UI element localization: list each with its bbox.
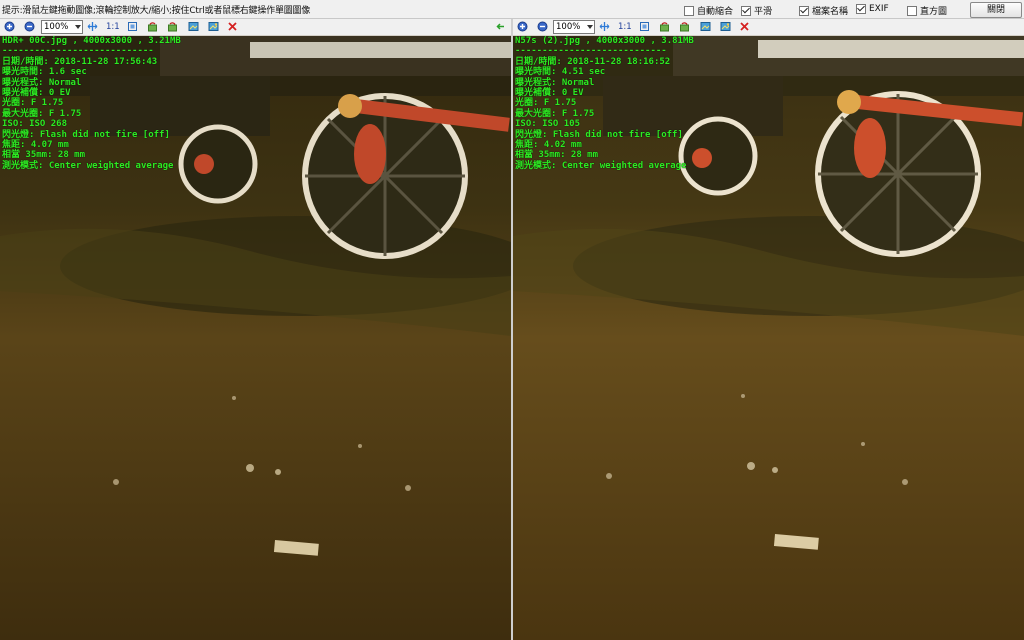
exif-line: 最大光圈: F 1.75 (2, 108, 82, 119)
image-prev-icon[interactable] (699, 20, 712, 33)
exif-line: 日期/時間: 2018-11-28 17:56:43 (2, 56, 158, 67)
checkbox-box[interactable] (856, 4, 866, 14)
zoom-select[interactable]: 100% (41, 20, 83, 34)
close-image-icon[interactable] (226, 20, 239, 33)
exif-line: 相當 35mm: 28 mm (515, 150, 599, 161)
exif-line: 曝光程式: Normal (2, 77, 82, 88)
actual-size-button[interactable]: 1:1 (618, 22, 632, 32)
close-button[interactable]: 關閉 (970, 2, 1022, 18)
checkbox-box[interactable] (741, 5, 751, 16)
image-prev-icon[interactable] (187, 20, 200, 33)
checkbox-box[interactable] (799, 5, 809, 16)
fullscreen-icon[interactable] (638, 20, 651, 33)
zoom-in-icon[interactable] (3, 20, 16, 33)
checkbox-box[interactable] (907, 5, 917, 16)
zoom-in-icon[interactable] (516, 20, 529, 33)
right-image-pane[interactable]: N57s (2).jpg , 4000x3000 , 3.81MB ------… (513, 36, 1024, 640)
chevron-down-icon (75, 25, 81, 29)
smooth-checkbox[interactable]: 平滑 (741, 4, 772, 17)
filename-checkbox[interactable]: 檔案名稱 (799, 4, 848, 17)
exif-line: 曝光程式: Normal (515, 77, 595, 88)
exif-line: 曝光補償: 0 EV (2, 88, 71, 99)
zoom-out-icon[interactable] (536, 20, 549, 33)
auto-fit-checkbox[interactable]: 自動縮合 (684, 4, 733, 17)
rotate-left-icon[interactable] (658, 20, 671, 33)
image-next-icon[interactable] (719, 20, 732, 33)
exif-line: ---------------------------- (2, 46, 154, 57)
exif-line: ISO: ISO 268 (2, 119, 68, 130)
exif-checkbox[interactable]: EXIF (856, 4, 889, 14)
exif-line: 最大光圈: F 1.75 (515, 108, 595, 119)
exif-line: 測光模式: Center weighted average (2, 160, 174, 171)
right-toolbar: 100% 1:1 (513, 19, 1024, 35)
exif-line: 閃光燈: Flash did not fire [off] (2, 129, 170, 140)
left-toolbar: 100% 1:1 (0, 19, 511, 35)
actual-size-button[interactable]: 1:1 (106, 22, 120, 32)
exif-line: 光圈: F 1.75 (515, 98, 577, 109)
left-image-pane[interactable]: HDR+ 00C.jpg , 4000x3000 , 3.21MB ------… (0, 36, 511, 640)
exif-line: 日期/時間: 2018-11-28 18:16:52 (515, 56, 671, 67)
image-next-icon[interactable] (207, 20, 220, 33)
exif-line: 曝光時間: 4.51 sec (515, 67, 606, 78)
checkbox-box[interactable] (684, 5, 694, 16)
close-image-icon[interactable] (738, 20, 751, 33)
rotate-right-icon[interactable] (678, 20, 691, 33)
rotate-left-icon[interactable] (146, 20, 159, 33)
exif-line: 焦距: 4.02 mm (515, 140, 582, 151)
exif-line: 測光模式: Center weighted average (515, 160, 687, 171)
rotate-right-icon[interactable] (166, 20, 179, 33)
fit-icon[interactable] (598, 20, 611, 33)
exif-line: HDR+ 00C.jpg , 4000x3000 , 3.21MB (2, 36, 181, 46)
top-bar: 提示:滑鼠左鍵拖動圖像;滾輪控制放大/縮小;按住Ctrl或者鼠標右鍵操作單圖圖像… (0, 0, 1024, 19)
hint-text: 提示:滑鼠左鍵拖動圖像;滾輪控制放大/縮小;按住Ctrl或者鼠標右鍵操作單圖圖像 (2, 6, 311, 16)
fullscreen-icon[interactable] (126, 20, 139, 33)
exif-line: 閃光燈: Flash did not fire [off] (515, 129, 683, 140)
exif-line: 相當 35mm: 28 mm (2, 150, 86, 161)
histogram-checkbox[interactable]: 直方圖 (907, 4, 947, 17)
exif-line: 曝光時間: 1.6 sec (2, 67, 87, 78)
exif-line: ISO: ISO 105 (515, 119, 581, 130)
zoom-out-icon[interactable] (23, 20, 36, 33)
exif-line: N57s (2).jpg , 4000x3000 , 3.81MB (515, 36, 694, 46)
zoom-select[interactable]: 100% (553, 20, 595, 34)
chevron-down-icon (587, 25, 593, 29)
exif-line: ---------------------------- (515, 46, 667, 57)
exif-line: 焦距: 4.07 mm (2, 140, 69, 151)
exif-line: 光圈: F 1.75 (2, 98, 64, 109)
fit-icon[interactable] (86, 20, 99, 33)
sync-arrow-icon[interactable] (494, 20, 507, 33)
exif-overlay: HDR+ 00C.jpg , 4000x3000 , 3.21MB ------… (2, 36, 181, 171)
exif-overlay: N57s (2).jpg , 4000x3000 , 3.81MB ------… (515, 36, 694, 171)
exif-line: 曝光補償: 0 EV (515, 88, 584, 99)
